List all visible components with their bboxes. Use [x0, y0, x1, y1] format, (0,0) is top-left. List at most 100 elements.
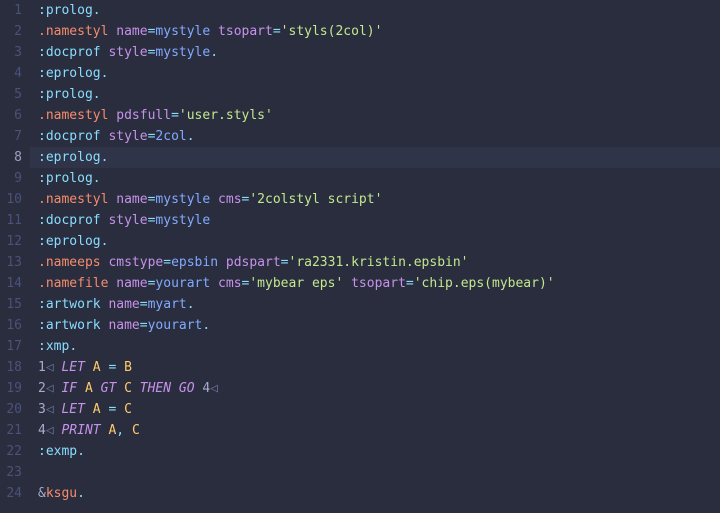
- token: THEN: [140, 381, 171, 396]
- token: ◁: [46, 381, 54, 396]
- token: [116, 381, 124, 396]
- token: :eprolog: [38, 66, 101, 81]
- code-line[interactable]: :docprof style=2col.: [38, 126, 720, 147]
- token: =: [163, 255, 171, 270]
- token: name: [108, 297, 139, 312]
- line-number: 17: [0, 336, 22, 357]
- token: 'user.styls': [179, 108, 273, 123]
- token: IF: [61, 381, 77, 396]
- token: [116, 360, 124, 375]
- token: =: [406, 276, 414, 291]
- code-line[interactable]: 1◁ LET A = B: [38, 357, 720, 378]
- token: .: [202, 318, 210, 333]
- line-number: 23: [0, 462, 22, 483]
- line-number: 10: [0, 189, 22, 210]
- token: name: [108, 318, 139, 333]
- token: 3: [38, 402, 46, 417]
- line-number: 12: [0, 231, 22, 252]
- token: [77, 381, 85, 396]
- token: .: [93, 3, 101, 18]
- token: [85, 402, 93, 417]
- token: 'mybear eps': [249, 276, 343, 291]
- token: mystyle: [155, 213, 210, 228]
- token: :docprof: [38, 45, 101, 60]
- code-editor[interactable]: 123456789101112131415161718192021222324 …: [0, 0, 720, 504]
- token: [116, 402, 124, 417]
- token: 2: [38, 381, 46, 396]
- code-line[interactable]: :xmp.: [38, 336, 720, 357]
- code-area[interactable]: :prolog..namestyl name=mystyle tsopart='…: [30, 0, 720, 504]
- line-number: 6: [0, 105, 22, 126]
- token: .: [210, 45, 218, 60]
- code-line[interactable]: .namefile name=yourart cms='mybear eps' …: [38, 273, 720, 294]
- line-number: 14: [0, 273, 22, 294]
- line-number: 2: [0, 21, 22, 42]
- token: GO: [179, 381, 195, 396]
- token: .namestyl: [38, 192, 108, 207]
- token: name: [116, 24, 147, 39]
- code-line[interactable]: .namestyl name=mystyle cms='2colstyl scr…: [38, 189, 720, 210]
- code-line[interactable]: :docprof style=mystyle: [38, 210, 720, 231]
- code-line[interactable]: .nameeps cmstype=epsbin pdspart='ra2331.…: [38, 252, 720, 273]
- token: pdsfull: [116, 108, 171, 123]
- token: yourart: [148, 318, 203, 333]
- token: yourart: [155, 276, 210, 291]
- code-line[interactable]: :exmp.: [38, 441, 720, 462]
- token: .: [93, 87, 101, 102]
- token: :artwork: [38, 297, 101, 312]
- token: name: [116, 276, 147, 291]
- line-number: 20: [0, 399, 22, 420]
- code-line[interactable]: .namestyl pdsfull='user.styls': [38, 105, 720, 126]
- code-line[interactable]: :artwork name=yourart.: [38, 315, 720, 336]
- token: mystyle: [155, 192, 210, 207]
- token: name: [116, 192, 147, 207]
- code-line[interactable]: :prolog.: [38, 168, 720, 189]
- code-line[interactable]: :eprolog.: [38, 63, 720, 84]
- token: A: [93, 402, 101, 417]
- token: .: [101, 150, 109, 165]
- code-line[interactable]: :prolog.: [38, 84, 720, 105]
- token: style: [108, 45, 147, 60]
- token: .: [69, 339, 77, 354]
- code-line[interactable]: :artwork name=myart.: [38, 294, 720, 315]
- code-line[interactable]: :prolog.: [38, 0, 720, 21]
- token: [132, 381, 140, 396]
- token: :docprof: [38, 129, 101, 144]
- token: ◁: [210, 381, 218, 396]
- token: .: [77, 444, 85, 459]
- token: LET: [61, 402, 84, 417]
- code-line[interactable]: :eprolog.: [38, 231, 720, 252]
- token: [210, 192, 218, 207]
- line-number: 9: [0, 168, 22, 189]
- code-line[interactable]: [38, 462, 720, 483]
- token: .: [101, 234, 109, 249]
- token: epsbin: [171, 255, 218, 270]
- token: pdspart: [226, 255, 281, 270]
- token: :eprolog: [38, 150, 101, 165]
- token: PRINT: [61, 423, 100, 438]
- token: tsopart: [218, 24, 273, 39]
- token: :exmp: [38, 444, 77, 459]
- line-number: 15: [0, 294, 22, 315]
- token: cmstype: [108, 255, 163, 270]
- code-line[interactable]: 3◁ LET A = C: [38, 399, 720, 420]
- code-line[interactable]: :docprof style=mystyle.: [38, 42, 720, 63]
- token: GT: [101, 381, 117, 396]
- token: mystyle: [155, 24, 210, 39]
- code-line[interactable]: .namestyl name=mystyle tsopart='styls(2c…: [38, 21, 720, 42]
- code-line[interactable]: 2◁ IF A GT C THEN GO 4◁: [38, 378, 720, 399]
- token: 2col: [155, 129, 186, 144]
- code-line[interactable]: :eprolog.: [30, 147, 720, 168]
- token: A: [93, 360, 101, 375]
- token: mystyle: [155, 45, 210, 60]
- line-number: 24: [0, 483, 22, 504]
- token: .: [187, 129, 195, 144]
- line-number: 5: [0, 84, 22, 105]
- line-number: 11: [0, 210, 22, 231]
- token: :prolog: [38, 171, 93, 186]
- token: ,: [116, 423, 124, 438]
- token: :prolog: [38, 87, 93, 102]
- token: 1: [38, 360, 46, 375]
- code-line[interactable]: &ksgu.: [38, 483, 720, 504]
- code-line[interactable]: 4◁ PRINT A, C: [38, 420, 720, 441]
